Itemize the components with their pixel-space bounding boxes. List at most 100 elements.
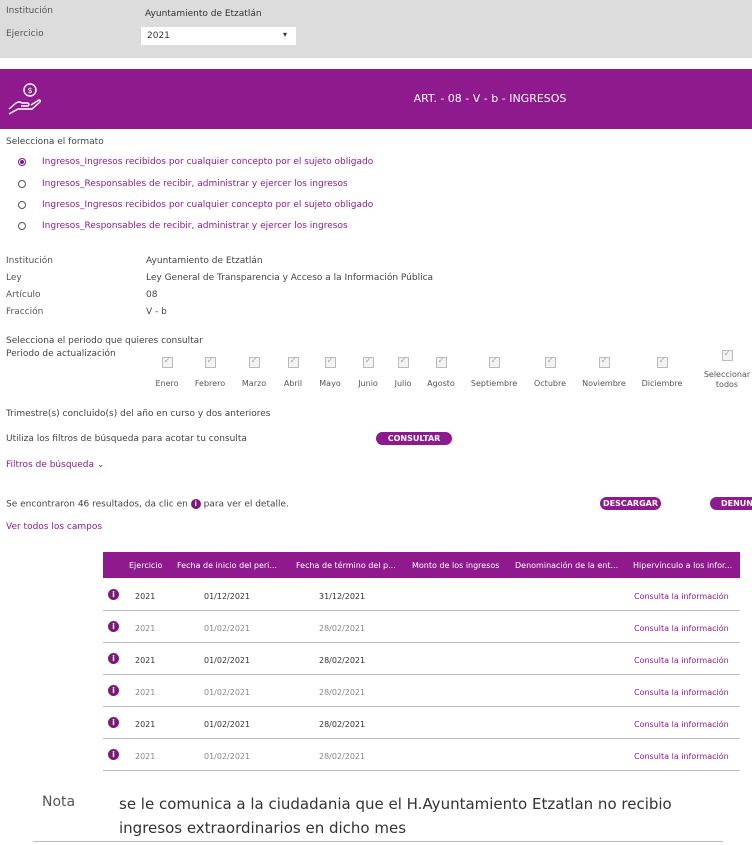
month-checkbox-agosto[interactable]: Agosto: [411, 356, 471, 389]
checkbox[interactable]: [544, 356, 556, 368]
radio-button[interactable]: [18, 201, 26, 209]
column-header-hipervinculo[interactable]: Hipervínculo a los infor...: [633, 561, 732, 570]
cell-inicio: 01/12/2021: [204, 592, 251, 601]
results-summary: Se encontraron 46 resultados, da clic en…: [6, 499, 289, 510]
checkbox[interactable]: [324, 356, 336, 368]
top-filter-bar: Institución Ayuntamiento de Etzatlán Eje…: [0, 0, 752, 58]
select-all-label: Seleccionar todos: [703, 370, 751, 389]
filtros-busqueda-toggle[interactable]: Filtros de búsqueda ⌄: [6, 460, 104, 470]
formato-option-label: Ingresos_Ingresos recibidos por cualquie…: [42, 157, 374, 167]
formato-option[interactable]: Ingresos_Responsables de recibir, admini…: [18, 219, 348, 233]
cell-termino: 28/02/2021: [319, 720, 366, 729]
formato-option-label: Ingresos_Responsables de recibir, admini…: [42, 179, 348, 189]
radio-button[interactable]: [18, 180, 26, 188]
formato-option-label: Ingresos_Responsables de recibir, admini…: [42, 221, 348, 231]
radio-button[interactable]: [18, 222, 26, 230]
consulta-link[interactable]: Consulta la información: [634, 688, 729, 697]
info-icon[interactable]: i: [108, 717, 119, 728]
cell-termino: 28/02/2021: [319, 752, 366, 761]
filtros-instructions: Utiliza los filtros de búsqueda para aco…: [6, 434, 247, 444]
descargar-button[interactable]: DESCARGAR: [600, 497, 661, 510]
consulta-link[interactable]: Consulta la información: [634, 624, 729, 633]
info-fraccion-value: V - b: [146, 307, 167, 317]
info-articulo-value: 08: [146, 290, 158, 300]
info-icon[interactable]: i: [108, 621, 119, 632]
consulta-link[interactable]: Consulta la información: [634, 592, 729, 601]
month-checkbox-octubre[interactable]: Octubre: [520, 356, 580, 389]
cell-inicio: 01/02/2021: [204, 720, 251, 729]
info-ley-label: Ley: [6, 273, 22, 283]
month-checkbox-diciembre[interactable]: Diciembre: [632, 356, 692, 389]
checkbox[interactable]: [397, 356, 409, 368]
month-label: Diciembre: [641, 379, 683, 388]
info-institucion-label: Institución: [6, 256, 53, 266]
consulta-link[interactable]: Consulta la información: [634, 720, 729, 729]
checkbox[interactable]: [248, 356, 260, 368]
table-row: i 2021 01/02/2021 28/02/2021 Consulta la…: [103, 707, 740, 739]
checkbox[interactable]: [598, 356, 610, 368]
ejercicio-label: Ejercicio: [6, 29, 44, 39]
checkbox[interactable]: [488, 356, 500, 368]
chevron-down-icon: ⌄: [96, 460, 105, 470]
institucion-label: Institución: [6, 6, 53, 16]
formato-option[interactable]: Ingresos_Ingresos recibidos por cualquie…: [18, 155, 373, 169]
chevron-down-icon: ▾: [282, 30, 287, 39]
info-ley-value: Ley General de Transparencia y Acceso a …: [146, 273, 434, 283]
cell-termino: 31/12/2021: [319, 592, 366, 601]
month-label: Agosto: [427, 379, 455, 388]
formato-option[interactable]: Ingresos_Responsables de recibir, admini…: [18, 177, 348, 191]
cell-inicio: 01/02/2021: [204, 656, 251, 665]
checkbox[interactable]: [656, 356, 668, 368]
column-header-fecha-termino[interactable]: Fecha de término del p...: [296, 561, 396, 570]
periodo-sublabel: Periodo de actualización: [6, 349, 116, 359]
info-icon[interactable]: i: [108, 589, 119, 600]
checkbox[interactable]: [161, 356, 173, 368]
page-title: ART. - 08 - V - b - INGRESOS: [413, 92, 567, 105]
formato-label: Selecciona el formato: [6, 137, 104, 147]
ejercicio-select[interactable]: 2021 ▾: [141, 27, 296, 45]
trimestre-text: Trimestre(s) concluido(s) del año en cur…: [6, 409, 271, 419]
column-header-monto[interactable]: Monto de los ingresos: [412, 561, 499, 570]
checkbox[interactable]: [435, 356, 447, 368]
month-checkbox-septiembre[interactable]: Septiembre: [464, 356, 524, 389]
checkbox[interactable]: [362, 356, 374, 368]
cell-ejercicio: 2021: [135, 592, 156, 601]
table-row: i 2021 01/02/2021 28/02/2021 Consulta la…: [103, 739, 740, 771]
column-header-denominacion[interactable]: Denominación de la ent...: [515, 561, 618, 570]
cell-ejercicio: 2021: [135, 720, 156, 729]
table-row: i 2021 01/02/2021 28/02/2021 Consulta la…: [103, 611, 740, 643]
results-table-header: Ejercicio Fecha de inicio del peri... Fe…: [103, 552, 740, 578]
consultar-button[interactable]: CONSULTAR: [376, 432, 452, 445]
table-row: i 2021 01/02/2021 28/02/2021 Consulta la…: [103, 643, 740, 675]
cell-ejercicio: 2021: [135, 624, 156, 633]
ver-todos-link[interactable]: Ver todos los campos: [6, 522, 102, 532]
cell-termino: 28/02/2021: [319, 624, 366, 633]
periodo-label: Selecciona el periodo que quieres consul…: [6, 336, 203, 346]
column-header-fecha-inicio[interactable]: Fecha de inicio del peri...: [177, 561, 277, 570]
select-all-checkbox[interactable]: Seleccionar todos: [697, 349, 752, 389]
month-checkbox-noviembre[interactable]: Noviembre: [574, 356, 634, 389]
cell-termino: 28/02/2021: [319, 656, 366, 665]
money-hand-icon: $: [8, 83, 42, 115]
column-header-ejercicio[interactable]: Ejercicio: [129, 561, 162, 570]
cell-inicio: 01/02/2021: [204, 624, 251, 633]
article-banner: $ ART. - 08 - V - b - INGRESOS: [0, 69, 752, 129]
checkbox[interactable]: [287, 356, 299, 368]
info-icon[interactable]: i: [108, 685, 119, 696]
consulta-link[interactable]: Consulta la información: [634, 752, 729, 761]
formato-option[interactable]: Ingresos_Ingresos recibidos por cualquie…: [18, 198, 373, 212]
month-label: Septiembre: [470, 379, 518, 388]
cell-inicio: 01/02/2021: [204, 688, 251, 697]
info-icon[interactable]: i: [108, 653, 119, 664]
checkbox[interactable]: [721, 349, 733, 361]
consulta-link[interactable]: Consulta la información: [634, 656, 729, 665]
cell-termino: 28/02/2021: [319, 688, 366, 697]
formato-option-label: Ingresos_Ingresos recibidos por cualquie…: [42, 200, 374, 210]
ejercicio-select-value: 2021: [147, 31, 170, 41]
info-institucion-value: Ayuntamiento de Etzatlán: [146, 256, 263, 266]
denunciar-button[interactable]: DENUN: [710, 497, 752, 510]
cell-inicio: 01/02/2021: [204, 752, 251, 761]
radio-button-checked[interactable]: [18, 158, 26, 166]
checkbox[interactable]: [204, 356, 216, 368]
info-icon[interactable]: i: [108, 749, 119, 760]
